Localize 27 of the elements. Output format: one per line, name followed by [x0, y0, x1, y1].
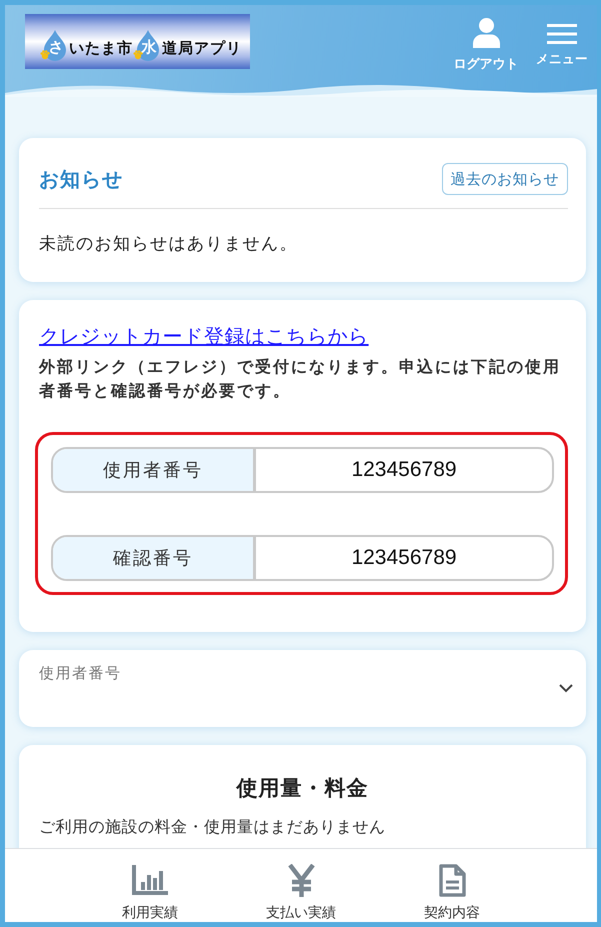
- credit-card-link[interactable]: クレジットカード登録はこちらから: [39, 323, 369, 351]
- notice-message: 未読のお知らせはありません。: [39, 233, 299, 255]
- logo-text: さ: [48, 38, 64, 56]
- logo-text: いたま市: [69, 40, 133, 58]
- row-label: 使用者番号: [53, 449, 256, 491]
- water-drop-icon: [133, 28, 161, 60]
- row-label: 確認番号: [53, 537, 256, 579]
- document-icon: [438, 864, 466, 896]
- yen-icon: [288, 864, 314, 896]
- person-icon: [472, 18, 500, 48]
- past-notices-button[interactable]: 過去のお知らせ: [442, 163, 568, 195]
- menu-icon: [547, 24, 577, 44]
- link-description: 外部リンク（エフレジ）で受付になります。申込には下記の使用者番号と確認番号が必要です。: [39, 357, 562, 402]
- nav-tab[interactable]: 契約内容: [376, 863, 528, 922]
- bar-chart-icon: [132, 865, 168, 895]
- usage-message: ご利用の施設の料金・使用量はまだありません: [39, 818, 386, 838]
- row-value: 123456789: [350, 457, 458, 483]
- user-number-select[interactable]: 使用者番号: [19, 650, 586, 727]
- logo-text: 道局アプリ: [162, 40, 242, 58]
- row-value: 123456789: [350, 545, 458, 571]
- usage-title: 使用量・料金: [235, 776, 370, 802]
- logo-text: 水: [142, 38, 156, 56]
- nav-tab[interactable]: 支払い実績: [226, 863, 376, 922]
- chevron-down-icon: [559, 684, 573, 693]
- water-drop-icon: [40, 28, 68, 60]
- nav-tab[interactable]: 利用実績: [74, 863, 226, 922]
- section-title: お知らせ: [39, 168, 123, 192]
